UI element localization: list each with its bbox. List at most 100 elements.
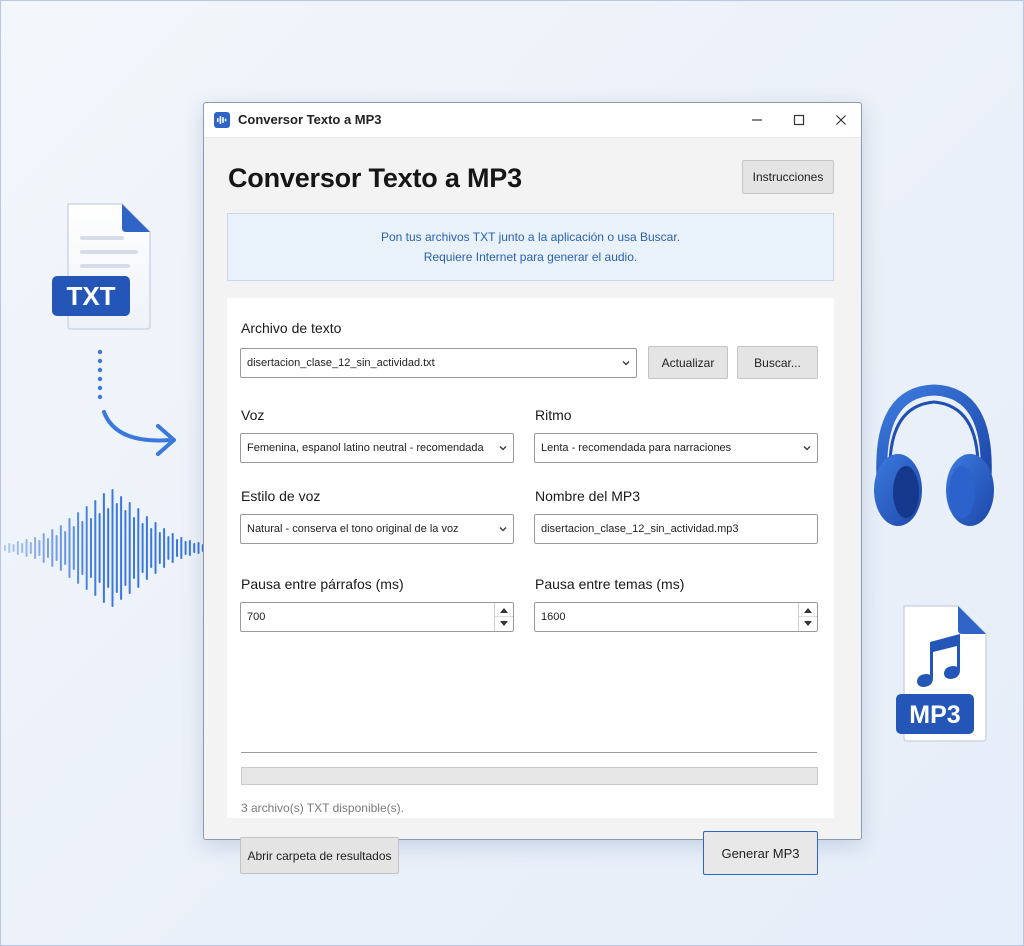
topic-pause-spin — [798, 603, 817, 631]
paragraph-pause-label: Pausa entre párrafos (ms) — [241, 576, 404, 592]
wave-bar — [115, 503, 118, 593]
info-line-2: Requiere Internet para generar el audio. — [423, 250, 638, 264]
title-bar[interactable]: Conversor Texto a MP3 — [204, 103, 861, 138]
triangle-up-icon — [500, 607, 508, 613]
triangle-up-icon — [804, 607, 812, 613]
wave-bar — [171, 533, 174, 563]
wave-bar — [141, 523, 144, 573]
wave-bar — [98, 513, 101, 583]
wave-bar — [94, 500, 97, 596]
dotted-arrow-icon — [90, 348, 190, 464]
wave-bar — [8, 543, 11, 553]
wave-bar — [59, 525, 62, 571]
wave-bar — [124, 510, 127, 586]
decrement-button[interactable] — [799, 617, 817, 631]
minimize-icon — [752, 119, 762, 121]
page-title: Conversor Texto a MP3 — [228, 163, 522, 193]
status-text: 3 archivo(s) TXT disponible(s). — [241, 801, 404, 815]
voice-style-select[interactable]: Natural - conserva el tono original de l… — [240, 514, 514, 544]
settings-panel: Archivo de texto disertacion_clase_12_si… — [227, 298, 834, 875]
maximize-icon — [793, 114, 805, 126]
mp3-file-icon: MP3 — [896, 604, 988, 744]
decrement-button[interactable] — [495, 617, 513, 631]
txt-badge: TXT — [52, 276, 130, 316]
wave-bar — [47, 538, 49, 558]
info-line-1: Pon tus archivos TXT junto a la aplicaci… — [380, 230, 681, 244]
wave-bar — [184, 541, 187, 555]
minimize-button[interactable] — [736, 103, 778, 137]
file-select[interactable]: disertacion_clase_12_sin_actividad.txt — [240, 348, 637, 378]
topic-pause-stepper[interactable]: 1600 — [534, 602, 818, 632]
paragraph-pause-spin — [494, 603, 513, 631]
mp3-name-label: Nombre del MP3 — [535, 488, 641, 504]
wave-bar — [145, 516, 148, 580]
wave-bar — [137, 508, 140, 588]
rhythm-select-value: Lenta - recomendada para narraciones — [541, 442, 732, 454]
rhythm-select[interactable]: Lenta - recomendada para narraciones — [534, 433, 818, 463]
paragraph-pause-stepper[interactable]: 700 — [240, 602, 514, 632]
wave-bar — [163, 528, 166, 568]
close-icon — [836, 115, 846, 125]
txt-file-icon: TXT — [52, 202, 152, 330]
wave-bar — [16, 541, 19, 555]
app-icon — [214, 112, 230, 128]
info-banner: Pon tus archivos TXT junto a la aplicaci… — [227, 213, 834, 281]
open-results-folder-button[interactable]: Abrir carpeta de resultados — [240, 837, 399, 874]
voice-style-select-value: Natural - conserva el tono original de l… — [247, 523, 459, 535]
wave-bar — [111, 489, 114, 607]
wave-bar — [128, 502, 131, 594]
close-button[interactable] — [820, 103, 862, 137]
triangle-down-icon — [500, 621, 508, 626]
wave-bar — [51, 529, 54, 567]
wave-bar — [188, 540, 191, 556]
headphones-icon — [868, 382, 1000, 532]
generate-mp3-button[interactable]: Generar MP3 — [703, 831, 818, 875]
chevron-down-icon — [622, 361, 630, 366]
wave-bar — [85, 506, 88, 590]
wave-bar — [180, 537, 183, 559]
refresh-button[interactable]: Actualizar — [648, 346, 728, 379]
wave-bar — [107, 508, 110, 588]
voice-select-value: Femenina, espanol latino neutral - recom… — [247, 442, 484, 454]
increment-button[interactable] — [495, 603, 513, 617]
wave-bar — [68, 518, 71, 578]
wave-bar — [25, 539, 28, 557]
wave-bar — [64, 531, 67, 565]
mp3-name-value: disertacion_clase_12_sin_actividad.mp3 — [541, 523, 739, 535]
paragraph-pause-value: 700 — [247, 611, 266, 623]
maximize-button[interactable] — [778, 103, 820, 137]
topic-pause-value: 1600 — [541, 611, 566, 623]
voice-select[interactable]: Femenina, espanol latino neutral - recom… — [240, 433, 514, 463]
mp3-badge: MP3 — [896, 694, 974, 734]
wave-bar — [150, 528, 153, 568]
mp3-name-input[interactable]: disertacion_clase_12_sin_actividad.mp3 — [534, 514, 818, 544]
wave-bar — [176, 539, 178, 557]
browse-button[interactable]: Buscar... — [737, 346, 818, 379]
increment-button[interactable] — [799, 603, 817, 617]
wave-bar — [29, 542, 32, 554]
wave-bar — [42, 533, 45, 563]
wave-bar — [158, 532, 161, 564]
wave-bar — [77, 512, 80, 584]
voice-style-label: Estilo de voz — [241, 488, 321, 504]
sound-wave-icon — [0, 486, 205, 610]
wave-bar — [197, 542, 200, 554]
triangle-down-icon — [804, 621, 812, 626]
wave-bar — [38, 540, 41, 556]
wave-bar — [4, 545, 6, 551]
instructions-button[interactable]: Instrucciones — [742, 160, 834, 194]
chevron-down-icon — [499, 446, 507, 451]
chevron-down-icon — [803, 446, 811, 451]
file-select-value: disertacion_clase_12_sin_actividad.txt — [247, 357, 435, 369]
window-title: Conversor Texto a MP3 — [238, 112, 382, 127]
topic-pause-label: Pausa entre temas (ms) — [535, 576, 685, 592]
wave-bar — [154, 522, 157, 574]
wave-bar — [167, 536, 170, 560]
wave-bar — [120, 496, 123, 600]
chevron-down-icon — [499, 527, 507, 532]
divider — [241, 752, 817, 753]
svg-text:MP3: MP3 — [909, 701, 960, 729]
wave-bar — [55, 535, 58, 561]
wave-bar — [21, 543, 24, 553]
wave-bar — [72, 526, 75, 570]
